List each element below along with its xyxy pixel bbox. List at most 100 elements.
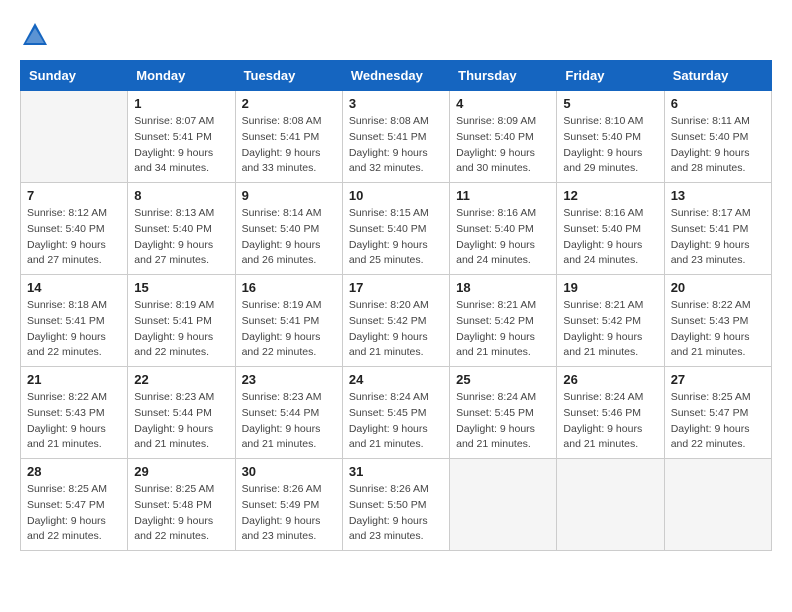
day-number: 10 xyxy=(349,188,443,203)
calendar-cell: 11Sunrise: 8:16 AMSunset: 5:40 PMDayligh… xyxy=(450,183,557,275)
day-info: Sunrise: 8:23 AMSunset: 5:44 PMDaylight:… xyxy=(134,390,228,453)
weekday-header: Tuesday xyxy=(235,61,342,91)
day-info: Sunrise: 8:14 AMSunset: 5:40 PMDaylight:… xyxy=(242,206,336,269)
calendar-cell: 23 Sunrise: 8:23 AMSunset: 5:44 PMDayligh… xyxy=(235,367,342,459)
day-number: 12 xyxy=(563,188,657,203)
calendar-cell: 18 Sunrise: 8:21 AMSunset: 5:42 PMDayligh… xyxy=(450,275,557,367)
page-header xyxy=(20,20,772,50)
logo xyxy=(20,20,54,50)
day-info: Sunrise: 8:08 AMSunset: 5:41 PMDaylight:… xyxy=(349,114,443,177)
calendar-cell: 12Sunrise: 8:16 AMSunset: 5:40 PMDayligh… xyxy=(557,183,664,275)
day-number: 22 xyxy=(134,372,228,387)
day-info: Sunrise: 8:24 AMSunset: 5:45 PMDaylight:… xyxy=(456,390,550,453)
day-number: 18 xyxy=(456,280,550,295)
weekday-header: Saturday xyxy=(664,61,771,91)
day-info: Sunrise: 8:23 AMSunset: 5:44 PMDaylight:… xyxy=(242,390,336,453)
day-info: Sunrise: 8:25 AMSunset: 5:47 PMDaylight:… xyxy=(27,482,121,545)
calendar-cell: 28 Sunrise: 8:25 AMSunset: 5:47 PMDayligh… xyxy=(21,459,128,551)
day-number: 25 xyxy=(456,372,550,387)
day-number: 6 xyxy=(671,96,765,111)
calendar-cell xyxy=(664,459,771,551)
day-info: Sunrise: 8:24 AMSunset: 5:45 PMDaylight:… xyxy=(349,390,443,453)
day-number: 8 xyxy=(134,188,228,203)
day-info: Sunrise: 8:19 AMSunset: 5:41 PMDaylight:… xyxy=(242,298,336,361)
calendar-cell xyxy=(450,459,557,551)
calendar-week-row: 14Sunrise: 8:18 AMSunset: 5:41 PMDayligh… xyxy=(21,275,772,367)
calendar-cell: 1 Sunrise: 8:07 AMSunset: 5:41 PMDaylight… xyxy=(128,91,235,183)
calendar-cell: 21Sunrise: 8:22 AMSunset: 5:43 PMDayligh… xyxy=(21,367,128,459)
day-info: Sunrise: 8:16 AMSunset: 5:40 PMDaylight:… xyxy=(456,206,550,269)
day-info: Sunrise: 8:12 AMSunset: 5:40 PMDaylight:… xyxy=(27,206,121,269)
calendar-cell: 14Sunrise: 8:18 AMSunset: 5:41 PMDayligh… xyxy=(21,275,128,367)
day-number: 5 xyxy=(563,96,657,111)
calendar-cell xyxy=(21,91,128,183)
calendar-cell: 7 Sunrise: 8:12 AMSunset: 5:40 PMDaylight… xyxy=(21,183,128,275)
weekday-header: Friday xyxy=(557,61,664,91)
day-info: Sunrise: 8:25 AMSunset: 5:48 PMDaylight:… xyxy=(134,482,228,545)
day-info: Sunrise: 8:15 AMSunset: 5:40 PMDaylight:… xyxy=(349,206,443,269)
calendar-cell: 17 Sunrise: 8:20 AMSunset: 5:42 PMDayligh… xyxy=(342,275,449,367)
day-info: Sunrise: 8:17 AMSunset: 5:41 PMDaylight:… xyxy=(671,206,765,269)
calendar-week-row: 28 Sunrise: 8:25 AMSunset: 5:47 PMDayligh… xyxy=(21,459,772,551)
day-info: Sunrise: 8:19 AMSunset: 5:41 PMDaylight:… xyxy=(134,298,228,361)
day-number: 30 xyxy=(242,464,336,479)
day-number: 14 xyxy=(27,280,121,295)
day-number: 31 xyxy=(349,464,443,479)
calendar-cell: 26 Sunrise: 8:24 AMSunset: 5:46 PMDayligh… xyxy=(557,367,664,459)
day-number: 28 xyxy=(27,464,121,479)
weekday-header: Thursday xyxy=(450,61,557,91)
day-number: 27 xyxy=(671,372,765,387)
calendar-table: SundayMondayTuesdayWednesdayThursdayFrid… xyxy=(20,60,772,551)
day-info: Sunrise: 8:26 AMSunset: 5:50 PMDaylight:… xyxy=(349,482,443,545)
day-info: Sunrise: 8:10 AMSunset: 5:40 PMDaylight:… xyxy=(563,114,657,177)
day-info: Sunrise: 8:22 AMSunset: 5:43 PMDaylight:… xyxy=(671,298,765,361)
calendar-cell: 2 Sunrise: 8:08 AMSunset: 5:41 PMDaylight… xyxy=(235,91,342,183)
calendar-cell: 9 Sunrise: 8:14 AMSunset: 5:40 PMDaylight… xyxy=(235,183,342,275)
weekday-header: Wednesday xyxy=(342,61,449,91)
calendar-cell: 13 Sunrise: 8:17 AMSunset: 5:41 PMDayligh… xyxy=(664,183,771,275)
day-info: Sunrise: 8:21 AMSunset: 5:42 PMDaylight:… xyxy=(563,298,657,361)
calendar-week-row: 7 Sunrise: 8:12 AMSunset: 5:40 PMDaylight… xyxy=(21,183,772,275)
calendar-cell: 25 Sunrise: 8:24 AMSunset: 5:45 PMDayligh… xyxy=(450,367,557,459)
day-number: 29 xyxy=(134,464,228,479)
day-info: Sunrise: 8:09 AMSunset: 5:40 PMDaylight:… xyxy=(456,114,550,177)
calendar-cell xyxy=(557,459,664,551)
day-info: Sunrise: 8:13 AMSunset: 5:40 PMDaylight:… xyxy=(134,206,228,269)
calendar-cell: 10 Sunrise: 8:15 AMSunset: 5:40 PMDayligh… xyxy=(342,183,449,275)
day-number: 17 xyxy=(349,280,443,295)
day-number: 24 xyxy=(349,372,443,387)
calendar-cell: 30Sunrise: 8:26 AMSunset: 5:49 PMDayligh… xyxy=(235,459,342,551)
day-number: 16 xyxy=(242,280,336,295)
calendar-cell: 4 Sunrise: 8:09 AMSunset: 5:40 PMDaylight… xyxy=(450,91,557,183)
day-number: 2 xyxy=(242,96,336,111)
calendar-cell: 3 Sunrise: 8:08 AMSunset: 5:41 PMDaylight… xyxy=(342,91,449,183)
weekday-header: Sunday xyxy=(21,61,128,91)
calendar-week-row: 21Sunrise: 8:22 AMSunset: 5:43 PMDayligh… xyxy=(21,367,772,459)
day-info: Sunrise: 8:07 AMSunset: 5:41 PMDaylight:… xyxy=(134,114,228,177)
day-info: Sunrise: 8:08 AMSunset: 5:41 PMDaylight:… xyxy=(242,114,336,177)
day-info: Sunrise: 8:20 AMSunset: 5:42 PMDaylight:… xyxy=(349,298,443,361)
day-info: Sunrise: 8:11 AMSunset: 5:40 PMDaylight:… xyxy=(671,114,765,177)
calendar-cell: 15 Sunrise: 8:19 AMSunset: 5:41 PMDayligh… xyxy=(128,275,235,367)
day-number: 3 xyxy=(349,96,443,111)
day-number: 20 xyxy=(671,280,765,295)
calendar-cell: 31 Sunrise: 8:26 AMSunset: 5:50 PMDayligh… xyxy=(342,459,449,551)
calendar-cell: 5 Sunrise: 8:10 AMSunset: 5:40 PMDaylight… xyxy=(557,91,664,183)
calendar-cell: 6 Sunrise: 8:11 AMSunset: 5:40 PMDaylight… xyxy=(664,91,771,183)
day-number: 1 xyxy=(134,96,228,111)
day-number: 4 xyxy=(456,96,550,111)
day-number: 15 xyxy=(134,280,228,295)
day-number: 19 xyxy=(563,280,657,295)
day-number: 21 xyxy=(27,372,121,387)
day-info: Sunrise: 8:24 AMSunset: 5:46 PMDaylight:… xyxy=(563,390,657,453)
calendar-cell: 29 Sunrise: 8:25 AMSunset: 5:48 PMDayligh… xyxy=(128,459,235,551)
day-number: 9 xyxy=(242,188,336,203)
day-info: Sunrise: 8:25 AMSunset: 5:47 PMDaylight:… xyxy=(671,390,765,453)
day-number: 26 xyxy=(563,372,657,387)
calendar-week-row: 1 Sunrise: 8:07 AMSunset: 5:41 PMDaylight… xyxy=(21,91,772,183)
day-number: 23 xyxy=(242,372,336,387)
calendar-cell: 24 Sunrise: 8:24 AMSunset: 5:45 PMDayligh… xyxy=(342,367,449,459)
day-number: 7 xyxy=(27,188,121,203)
day-info: Sunrise: 8:21 AMSunset: 5:42 PMDaylight:… xyxy=(456,298,550,361)
day-number: 13 xyxy=(671,188,765,203)
